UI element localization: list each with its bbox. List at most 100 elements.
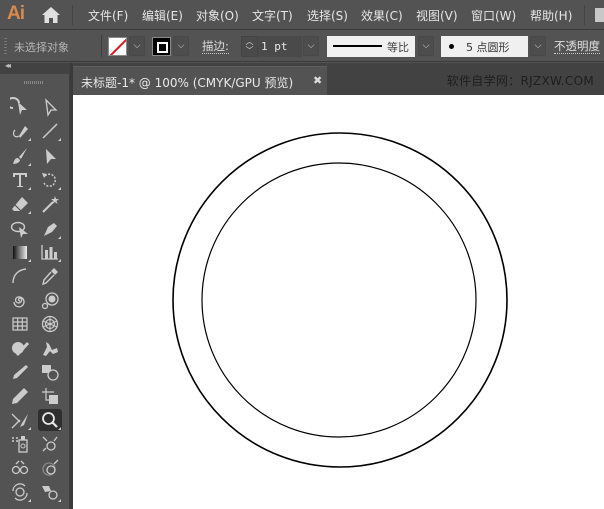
variable-width-profile[interactable]: 等比: [327, 36, 415, 57]
fill-dropdown-button[interactable]: ⌵: [129, 36, 145, 56]
rotate-tool-icon: [42, 173, 57, 187]
rotate-tool[interactable]: [38, 169, 62, 191]
tool-flyout-indicator: [28, 211, 31, 214]
selection-status: 未选择对象: [14, 41, 69, 54]
opacity-label[interactable]: 不透明度: [554, 39, 600, 54]
spiral-tool[interactable]: [8, 289, 32, 311]
eyedropper-tool-icon: [42, 268, 58, 286]
menu-window[interactable]: 窗口(W): [471, 7, 516, 24]
document-tab[interactable]: 未标题-1* @ 100% (CMYK/GPU 预览) ✖: [73, 66, 327, 95]
gradient-tool-icon: [13, 246, 27, 259]
fill-swatch[interactable]: [108, 37, 127, 56]
pencil-tool[interactable]: [8, 385, 32, 407]
profile-dropdown-button[interactable]: ⌵: [418, 36, 434, 56]
menu-file[interactable]: 文件(F): [88, 7, 128, 24]
workspace-switcher-icon[interactable]: [595, 8, 604, 22]
brush-label: 5 点圆形: [466, 39, 510, 55]
artboard-canvas[interactable]: [73, 95, 604, 509]
symbol-stainer-tool[interactable]: [38, 481, 62, 503]
shape-builder-tool-icon: [42, 365, 59, 381]
stroke-weight-stepper[interactable]: ︿ ﹀: [241, 36, 258, 57]
tools-panel-header: ◂◂: [0, 61, 70, 74]
chevron-down-icon: ⌵: [307, 41, 315, 51]
eraser-tool[interactable]: [8, 193, 32, 215]
outer-circle[interactable]: [172, 132, 508, 468]
menu-help[interactable]: 帮助(H): [530, 7, 572, 24]
symbol-shifter-tool-icon: [42, 436, 58, 452]
direct-select-arrow-tool[interactable]: [38, 145, 62, 167]
panel-grip-icon[interactable]: [24, 81, 44, 84]
anchor-pen-tool[interactable]: [38, 218, 62, 240]
lasso-tool-icon: [10, 221, 28, 238]
artboard-tool[interactable]: [38, 385, 62, 407]
type-tool[interactable]: [8, 169, 32, 191]
puppet-warp-tool[interactable]: [38, 337, 62, 359]
direct-selection-tool-icon: [45, 98, 58, 117]
pencil-tool-icon: [12, 388, 28, 404]
magic-wand-tool[interactable]: [38, 193, 62, 215]
direct-selection-tool[interactable]: [38, 96, 62, 118]
line-segment-tool[interactable]: [38, 120, 62, 142]
close-icon[interactable]: ✖: [313, 74, 322, 87]
artwork: [172, 132, 508, 468]
collapse-panel-icon[interactable]: ◂◂: [5, 61, 11, 70]
brush-dropdown-button[interactable]: ⌵: [530, 36, 546, 56]
stroke-dropdown-button[interactable]: ⌵: [173, 36, 189, 56]
stroke-swatch[interactable]: [152, 37, 171, 56]
tool-flyout-indicator: [58, 138, 61, 141]
tool-flyout-indicator: [28, 259, 31, 262]
symbol-sprayer-tool[interactable]: [38, 289, 62, 311]
symbol-spinner-tool[interactable]: [8, 481, 32, 503]
selection-tool-icon: [10, 97, 27, 115]
lasso-tool[interactable]: [8, 218, 32, 240]
brush-definition[interactable]: 5 点圆形: [441, 36, 528, 57]
zoom-tool-icon: [42, 412, 58, 428]
paintbrush-tool-icon: [13, 148, 27, 164]
panel-grip-icon[interactable]: [4, 38, 7, 56]
chevron-down-icon[interactable]: ﹀: [242, 46, 257, 55]
blob-brush-tool[interactable]: [8, 361, 32, 383]
tool-flyout-indicator: [58, 187, 61, 190]
stroke-label[interactable]: 描边:: [202, 39, 229, 54]
menu-object[interactable]: 对象(O): [196, 7, 239, 24]
chevron-down-icon: ⌵: [534, 41, 542, 51]
tool-flyout-indicator: [28, 499, 31, 502]
shape-builder-tool[interactable]: [38, 361, 62, 383]
magic-wand-tool-icon: [42, 196, 59, 213]
line-segment-tool-icon: [42, 123, 58, 139]
uniform-profile-line: [333, 45, 382, 47]
tool-flyout-indicator: [28, 163, 31, 166]
column-graph-tool[interactable]: [38, 241, 62, 263]
menu-select[interactable]: 选择(S): [307, 7, 348, 24]
gradient-tool[interactable]: [8, 241, 32, 263]
column-graph-tool-icon: [41, 245, 58, 260]
pen-tool[interactable]: [8, 120, 32, 142]
menu-edit[interactable]: 编辑(E): [142, 7, 183, 24]
inner-circle[interactable]: [201, 162, 477, 438]
tool-flyout-indicator: [58, 499, 61, 502]
menu-view[interactable]: 视图(V): [416, 7, 458, 24]
symbol-scruncher-tool[interactable]: [8, 457, 32, 479]
rectangular-grid-tool-icon: [12, 317, 28, 331]
rectangular-grid-tool[interactable]: [8, 313, 32, 335]
spiral-tool-icon: [13, 296, 25, 308]
menu-effect[interactable]: 效果(C): [361, 7, 403, 24]
polar-grid-tool[interactable]: [38, 313, 62, 335]
eyedropper-tool[interactable]: [38, 265, 62, 287]
stroke-weight-input[interactable]: [258, 36, 302, 57]
chevron-up-icon[interactable]: ︿: [242, 37, 257, 46]
home-icon[interactable]: [41, 6, 61, 24]
stroke-weight-dropdown[interactable]: ⌵: [303, 36, 319, 56]
perspective-grid-tool[interactable]: [8, 433, 32, 455]
menu-type[interactable]: 文字(T): [252, 7, 293, 24]
shaper-tool[interactable]: [8, 337, 32, 359]
tool-flyout-indicator: [28, 187, 31, 190]
scissors-tool[interactable]: [8, 409, 32, 431]
selection-tool[interactable]: [8, 96, 32, 118]
stroke-label-colon: :: [225, 39, 229, 53]
paintbrush-tool[interactable]: [8, 145, 32, 167]
symbol-sizer-tool[interactable]: [38, 457, 62, 479]
symbol-shifter-tool[interactable]: [38, 433, 62, 455]
arc-tool[interactable]: [8, 265, 32, 287]
zoom-tool[interactable]: [38, 409, 62, 431]
